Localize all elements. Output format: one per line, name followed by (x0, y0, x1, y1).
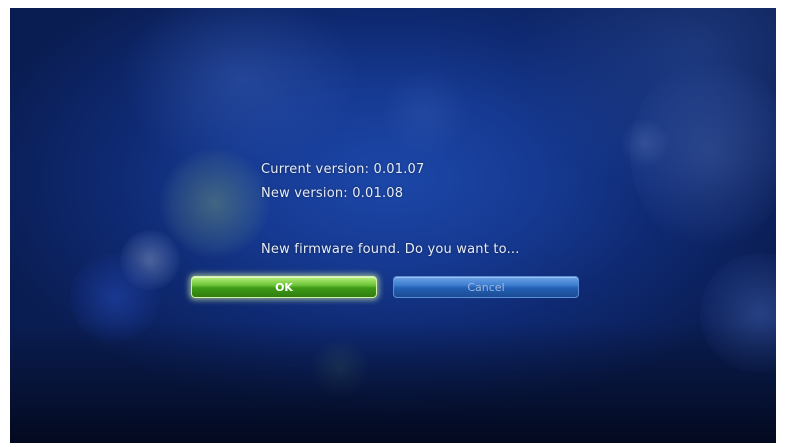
current-version-text: Current version: 0.01.07 (261, 162, 425, 177)
new-version-text: New version: 0.01.08 (261, 186, 404, 201)
background-bokeh (700, 253, 776, 373)
firmware-update-screen: Current version: 0.01.07 New version: 0.… (10, 8, 776, 443)
cancel-button[interactable]: Cancel (393, 276, 579, 298)
background-bokeh (70, 253, 160, 343)
update-prompt-text: New firmware found. Do you want to... (261, 242, 520, 257)
background-bokeh (120, 230, 180, 290)
background-bokeh (160, 148, 270, 258)
background-bokeh (310, 338, 370, 398)
background-bokeh (380, 68, 470, 158)
background-bokeh (620, 118, 670, 168)
ok-button[interactable]: OK (191, 276, 377, 298)
background-bokeh (630, 58, 776, 248)
